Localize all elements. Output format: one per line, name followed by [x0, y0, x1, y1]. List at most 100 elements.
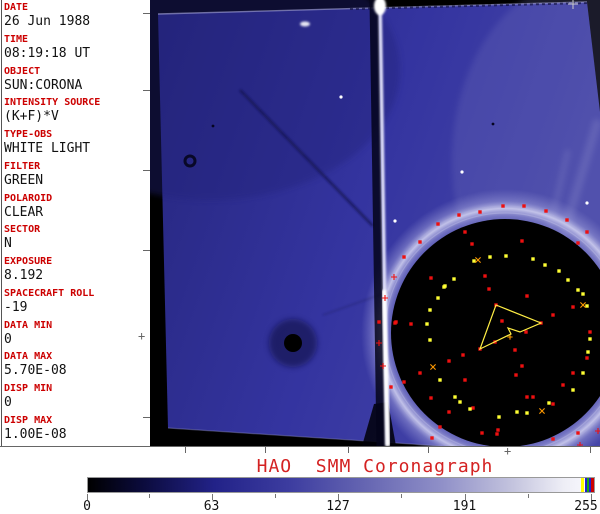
calibration-red-dot — [377, 320, 381, 324]
calibration-yellow-dot — [436, 296, 440, 300]
calibration-yellow-dot — [497, 415, 501, 419]
field-label: SECTOR — [4, 224, 41, 236]
frame-bottom-tick — [185, 447, 186, 453]
frame-left-tick — [143, 417, 150, 418]
field-value: CLEAR — [4, 204, 44, 220]
calibration-red-dot — [576, 431, 580, 435]
calibration-yellow-dot — [428, 338, 432, 342]
star-speck — [339, 95, 343, 99]
coronagraph-image — [20, 0, 600, 483]
field-data-max: DATA MAX 5.70E-08 — [4, 350, 150, 382]
calibration-red-dot — [585, 356, 589, 360]
calibration-yellow-dot — [443, 284, 447, 288]
field-label: FILTER — [4, 160, 41, 172]
colorbar-minor-tick — [274, 494, 276, 498]
star-speck — [393, 219, 397, 223]
calibration-red-dot — [565, 218, 569, 222]
calibration-red-dot — [544, 209, 548, 213]
calibration-yellow-dot — [453, 395, 457, 399]
calibration-yellow-dot — [543, 263, 547, 267]
calibration-red-dot — [520, 364, 524, 368]
field-value: WHITE LIGHT — [4, 141, 91, 157]
calibration-red-dot — [463, 230, 467, 234]
field-date: DATE 26 Jun 1988 — [4, 1, 150, 33]
calibration-red-dot — [576, 241, 580, 245]
calibration-red-dot — [461, 353, 465, 357]
field-object: OBJECT SUN:CORONA — [4, 65, 150, 97]
frame-bottom-plus-icon: + — [504, 444, 512, 458]
field-label: DATA MIN — [4, 319, 53, 331]
calibration-yellow-dot — [588, 337, 592, 341]
dark-blob — [284, 334, 302, 352]
field-label: INTENSITY SOURCE — [4, 97, 101, 109]
field-value: -19 — [4, 299, 28, 315]
calibration-yellow-dot — [428, 308, 432, 312]
field-label: SPACECRAFT ROLL — [4, 287, 95, 299]
calibration-red-dot — [531, 395, 535, 399]
calibration-red-dot — [409, 322, 413, 326]
calibration-yellow-dot — [576, 288, 580, 292]
field-filter: FILTER GREEN — [4, 160, 150, 192]
calibration-red-dot — [483, 274, 487, 278]
frame-bottom-tick — [265, 447, 266, 453]
calibration-red-dot — [501, 204, 505, 208]
calibration-red-dot — [436, 222, 440, 226]
calibration-red-dot — [402, 255, 406, 259]
frame-left-tick — [143, 250, 150, 251]
calibration-red-dot — [551, 313, 555, 317]
field-value: GREEN — [4, 172, 44, 188]
calibration-red-dot — [561, 383, 565, 387]
frame-bottom-tick — [428, 447, 429, 453]
calibration-red-dot — [514, 373, 518, 377]
field-value: N — [4, 236, 12, 252]
calibration-red-dot — [585, 230, 589, 234]
field-label: TIME — [4, 33, 29, 45]
star-speck — [585, 201, 589, 205]
frame-bottom-tick — [348, 447, 349, 453]
field-polaroid: POLAROID CLEAR — [4, 192, 150, 224]
calibration-red-dot — [470, 242, 474, 246]
field-value: SUN:CORONA — [4, 77, 83, 93]
field-time: TIME 08:19:18 UT — [4, 33, 150, 65]
calibration-yellow-dot — [531, 257, 535, 261]
calibration-red-dot — [524, 330, 528, 334]
calibration-red-dot — [402, 380, 406, 384]
colorbar-minor-tick — [401, 494, 403, 498]
calibration-yellow-dot — [438, 378, 442, 382]
field-disp-max: DISP MAX 1.00E-08 — [4, 414, 150, 446]
calibration-red-dot — [495, 432, 499, 436]
calibration-yellow-dot — [452, 277, 456, 281]
calibration-red-dot — [478, 210, 482, 214]
calibration-red-dot — [389, 385, 393, 389]
field-label: OBJECT — [4, 65, 41, 77]
intensity-colorbar — [87, 477, 595, 493]
calibration-yellow-dot — [557, 269, 561, 273]
frame-bottom-tick — [590, 447, 591, 453]
calibration-red-dot — [447, 359, 451, 363]
field-disp-min: DISP MIN 0 — [4, 382, 150, 414]
field-value: 0 — [4, 395, 12, 411]
field-label: DISP MAX — [4, 414, 53, 426]
calibration-red-dot — [525, 294, 529, 298]
colorbar-end-stripe — [591, 478, 594, 492]
calibration-yellow-dot — [515, 410, 519, 414]
coronagraph-canvas — [20, 0, 600, 483]
calibration-yellow-dot — [571, 388, 575, 392]
frame-left-tick — [143, 170, 150, 171]
calibration-yellow-dot — [525, 411, 529, 415]
field-label: TYPE-OBS — [4, 129, 53, 141]
field-label: DATA MAX — [4, 351, 53, 363]
calibration-red-dot — [520, 239, 524, 243]
calibration-red-dot — [551, 437, 555, 441]
calibration-yellow-dot — [566, 278, 570, 282]
calibration-red-dot — [522, 204, 526, 208]
footer-panel: HAO SMM Coronagraph 0 63 127 191 255 + — [0, 444, 600, 514]
field-label: EXPOSURE — [4, 256, 53, 268]
field-value: 0 — [4, 331, 12, 347]
calibration-red-dot — [418, 371, 422, 375]
calibration-red-dot — [463, 378, 467, 382]
colorbar-minor-tick — [149, 494, 151, 498]
metadata-panel: DATE 26 Jun 1988 TIME 08:19:18 UT OBJECT SUN:… — [0, 0, 150, 446]
calibration-yellow-dot — [547, 401, 551, 405]
white-smudge — [300, 21, 310, 27]
